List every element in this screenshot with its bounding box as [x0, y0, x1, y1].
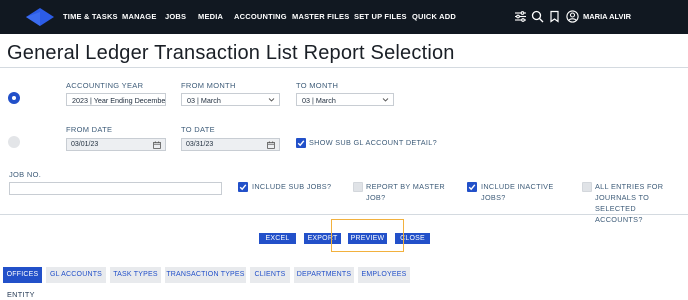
bookmark-icon[interactable]	[548, 10, 561, 23]
from-date-value: 03/01/23	[71, 141, 99, 148]
to-date-input[interactable]: 03/31/23	[181, 138, 280, 151]
nav-quick-add[interactable]: QUICK ADD	[412, 12, 456, 21]
tab-task-types[interactable]: TASK TYPES	[110, 267, 161, 283]
chevron-down-icon	[268, 98, 275, 102]
nav-master-files[interactable]: MASTER FILES	[292, 12, 349, 21]
to-date-label: TO DATE	[181, 125, 215, 134]
all-entries-label: ALL ENTRIES FOR JOURNALS TO SELECTED ACC…	[595, 181, 688, 225]
all-entries-line-3: ACCOUNTS?	[595, 215, 643, 224]
tab-offices[interactable]: OFFICES	[3, 267, 42, 283]
checkmark-icon	[297, 140, 305, 147]
logo-icon[interactable]	[26, 8, 54, 26]
page-title: General Ledger Transaction List Report S…	[7, 42, 455, 64]
nav-jobs[interactable]: JOBS	[165, 12, 186, 21]
job-no-label: JOB NO.	[9, 170, 42, 179]
from-month-label: FROM MONTH	[181, 81, 236, 90]
radio-date-range[interactable]	[8, 136, 20, 148]
tab-gl-accounts[interactable]: GL ACCOUNTS	[46, 267, 106, 283]
from-date-label: FROM DATE	[66, 125, 113, 134]
nav-accounting[interactable]: ACCOUNTING	[234, 12, 287, 21]
title-divider	[0, 67, 688, 68]
search-icon[interactable]	[531, 10, 544, 23]
nav-media[interactable]: MEDIA	[198, 12, 223, 21]
checkmark-icon	[468, 184, 476, 191]
show-sub-gl-checkbox[interactable]	[296, 138, 306, 148]
all-entries-line-2: JOURNALS TO SELECTED	[595, 193, 650, 213]
tab-transaction-types[interactable]: TRANSACTION TYPES	[165, 267, 246, 283]
calendar-icon[interactable]	[267, 141, 275, 149]
to-month-value: 03 | March	[302, 96, 336, 105]
report-by-master-checkbox[interactable]	[353, 182, 363, 192]
report-by-master-line-2: JOB?	[366, 193, 386, 202]
close-button[interactable]: CLOSE	[395, 233, 430, 244]
sliders-icon[interactable]	[514, 10, 527, 23]
tab-clients[interactable]: CLIENTS	[250, 267, 290, 283]
include-inactive-line-1: INCLUDE INACTIVE	[481, 182, 554, 191]
radio-period[interactable]	[8, 92, 20, 104]
include-inactive-checkbox[interactable]	[467, 182, 477, 192]
include-sub-jobs-label: INCLUDE SUB JOBS?	[252, 182, 332, 191]
checkmark-icon	[239, 184, 247, 191]
calendar-icon[interactable]	[153, 141, 161, 149]
form-divider	[0, 214, 688, 215]
all-entries-line-1: ALL ENTRIES FOR	[595, 182, 664, 191]
include-inactive-line-2: JOBS?	[481, 193, 506, 202]
accounting-year-select[interactable]: 2023 | Year Ending December	[66, 93, 166, 106]
include-sub-jobs-checkbox[interactable]	[238, 182, 248, 192]
preview-button[interactable]: PREVIEW	[348, 233, 387, 244]
tab-employees[interactable]: EMPLOYEES	[358, 267, 410, 283]
nav-manage[interactable]: MANAGE	[122, 12, 157, 21]
nav-set-up-files[interactable]: SET UP FILES	[354, 12, 407, 21]
entity-label: ENTITY	[7, 290, 35, 299]
all-entries-checkbox[interactable]	[582, 182, 592, 192]
top-nav: TIME & TASKS MANAGE JOBS MEDIA ACCOUNTIN…	[0, 0, 688, 34]
to-date-value: 03/31/23	[186, 141, 214, 148]
report-by-master-label: REPORT BY MASTER JOB?	[366, 181, 445, 203]
to-month-select[interactable]: 03 | March	[296, 93, 394, 106]
accounting-year-label: ACCOUNTING YEAR	[66, 81, 144, 90]
from-date-input[interactable]: 03/01/23	[66, 138, 166, 151]
report-by-master-line-1: REPORT BY MASTER	[366, 182, 446, 191]
user-circle-icon[interactable]	[566, 10, 579, 23]
nav-time-tasks[interactable]: TIME & TASKS	[63, 12, 118, 21]
chevron-down-icon	[382, 98, 389, 102]
export-button[interactable]: EXPORT	[304, 233, 341, 244]
user-name[interactable]: MARIA ALVIR	[583, 12, 631, 21]
include-inactive-label: INCLUDE INACTIVE JOBS?	[481, 181, 554, 203]
excel-button[interactable]: EXCEL	[259, 233, 296, 244]
job-no-input[interactable]	[9, 182, 222, 195]
to-month-label: TO MONTH	[296, 81, 339, 90]
accounting-year-value: 2023 | Year Ending December	[72, 96, 166, 105]
from-month-value: 03 | March	[187, 96, 221, 105]
tab-departments[interactable]: DEPARTMENTS	[294, 267, 354, 283]
from-month-select[interactable]: 03 | March	[181, 93, 280, 106]
show-sub-gl-label: SHOW SUB GL ACCOUNT DETAIL?	[309, 138, 437, 147]
